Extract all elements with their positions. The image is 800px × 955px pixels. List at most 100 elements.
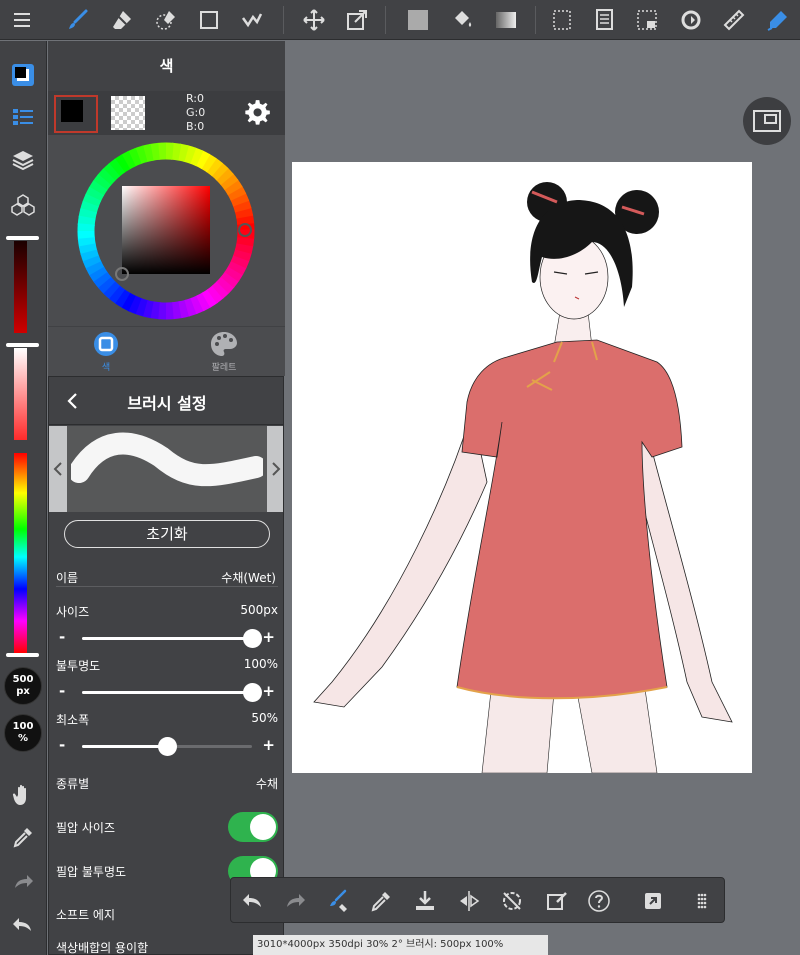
move-arrows-icon <box>303 9 325 31</box>
cubes-icon <box>11 194 35 216</box>
redo-button[interactable] <box>7 866 39 898</box>
brush-settings-title: 브러시 설정 <box>127 394 207 413</box>
pressure-size-toggle[interactable] <box>228 812 278 842</box>
eyedropper-icon <box>371 892 390 912</box>
selection-eraser-button[interactable] <box>150 4 182 36</box>
rotate-canvas-button[interactable] <box>675 4 707 36</box>
fit-screen-button[interactable] <box>743 97 791 145</box>
opacity-slider[interactable]: - + <box>56 682 278 702</box>
plus-icon[interactable]: + <box>262 736 275 754</box>
min-width-slider-knob[interactable] <box>158 737 177 756</box>
brush-type-row[interactable]: 종류별 수채 <box>56 775 278 793</box>
brush-eraser-switch-button[interactable] <box>323 885 355 917</box>
reset-rotation-button[interactable] <box>496 885 528 917</box>
hue-bar[interactable] <box>14 453 27 653</box>
layers-button[interactable] <box>7 144 39 176</box>
more-options-button[interactable] <box>686 885 718 917</box>
undo-button[interactable] <box>7 909 39 941</box>
brush-icon <box>69 9 88 29</box>
palette-icon <box>211 332 237 356</box>
eraser-tool-button[interactable] <box>106 4 138 36</box>
save-download-button[interactable] <box>409 885 441 917</box>
fill-color-button[interactable] <box>402 4 434 36</box>
edit-selection-button[interactable] <box>541 885 573 917</box>
hand-tool-button[interactable] <box>7 779 39 811</box>
document-icon <box>596 9 613 30</box>
select-layer-icon <box>637 10 657 30</box>
eraser-icon <box>113 11 131 29</box>
edit-square-icon <box>547 892 567 910</box>
color-swatch-icon <box>12 64 34 86</box>
brush-name-field[interactable]: 수채(Wet) <box>87 569 276 587</box>
transparent-color-swatch[interactable] <box>111 96 145 130</box>
dashed-select-icon <box>553 10 571 30</box>
copy-tool-button[interactable] <box>588 4 620 36</box>
foreground-color-swatch[interactable] <box>54 95 98 133</box>
hamburger-icon <box>14 13 30 27</box>
color-wheel[interactable] <box>77 142 255 320</box>
tab-palette[interactable]: 팔레트 <box>184 331 264 373</box>
rotate-icon <box>681 10 701 30</box>
eyedropper-button[interactable] <box>7 821 39 853</box>
brush-settings-header: 브러시 설정 <box>49 377 283 425</box>
gradient-tool-button[interactable] <box>490 4 522 36</box>
line-tool-button[interactable] <box>236 4 268 36</box>
plus-icon[interactable]: + <box>262 682 275 700</box>
bottom-redo-button[interactable] <box>279 885 311 917</box>
brush-tool-button[interactable] <box>62 4 94 36</box>
next-brush-button[interactable] <box>267 426 283 512</box>
brush-size-indicator[interactable]: 500 px <box>4 667 42 705</box>
color-panel: 색 R:0 G:0 B:0 색 팔레트 <box>48 41 285 376</box>
bottom-eyedropper-button[interactable] <box>365 885 397 917</box>
color-swatch-row: R:0 G:0 B:0 <box>48 91 285 135</box>
move-tool-button[interactable] <box>298 4 330 36</box>
opacity-row: 불투명도 100% <box>56 657 278 673</box>
menu-button[interactable] <box>6 4 38 36</box>
flip-horizontal-button[interactable] <box>453 885 485 917</box>
bottom-toolbar <box>230 877 725 923</box>
select-layer-button[interactable] <box>631 4 663 36</box>
opacity-slider-knob[interactable] <box>243 683 262 702</box>
undo-icon <box>243 894 261 907</box>
size-bar-handle[interactable] <box>6 236 39 240</box>
tab-color[interactable]: 색 <box>66 331 146 373</box>
gear-icon[interactable] <box>243 99 271 127</box>
transform-tool-button[interactable] <box>341 4 373 36</box>
minus-icon[interactable]: - <box>59 736 65 754</box>
color-panel-button[interactable] <box>7 59 39 91</box>
reset-button[interactable]: 초기화 <box>64 520 270 548</box>
min-width-slider[interactable]: - + <box>56 736 278 756</box>
redo-icon <box>287 894 305 907</box>
ruler-button[interactable] <box>718 4 750 36</box>
minus-icon[interactable]: - <box>59 682 65 700</box>
square-icon <box>200 11 218 29</box>
brush-opacity-bar[interactable] <box>14 348 27 440</box>
select-tool-button[interactable] <box>546 4 578 36</box>
share-button[interactable] <box>637 885 669 917</box>
brush-list-button[interactable] <box>7 101 39 133</box>
minus-icon[interactable]: - <box>59 628 65 646</box>
pen-tool-button[interactable] <box>762 4 794 36</box>
hue-bar-handle[interactable] <box>6 653 39 657</box>
materials-button[interactable] <box>7 189 39 221</box>
shape-tool-button[interactable] <box>193 4 225 36</box>
prev-brush-button[interactable] <box>49 426 67 512</box>
marker-icon <box>767 11 787 31</box>
status-bar: 3010*4000px 350dpi 30% 2° 브러시: 500px 100… <box>253 935 548 955</box>
help-button[interactable] <box>583 885 615 917</box>
bottom-undo-button[interactable] <box>237 885 269 917</box>
size-slider-knob[interactable] <box>243 629 262 648</box>
ruler-icon <box>723 9 745 31</box>
drawing-canvas[interactable] <box>292 162 752 773</box>
bucket-tool-button[interactable] <box>446 4 478 36</box>
opacity-bar-handle[interactable] <box>6 343 39 347</box>
eyedropper-icon <box>13 828 32 848</box>
size-slider[interactable]: - + <box>56 628 278 648</box>
brush-size-bar[interactable] <box>14 241 27 333</box>
brush-opacity-indicator[interactable]: 100 % <box>4 714 42 752</box>
flip-horizontal-icon <box>460 891 480 911</box>
help-icon <box>588 890 610 912</box>
gradient-icon <box>496 12 516 28</box>
undo-icon <box>13 918 31 931</box>
plus-icon[interactable]: + <box>262 628 275 646</box>
